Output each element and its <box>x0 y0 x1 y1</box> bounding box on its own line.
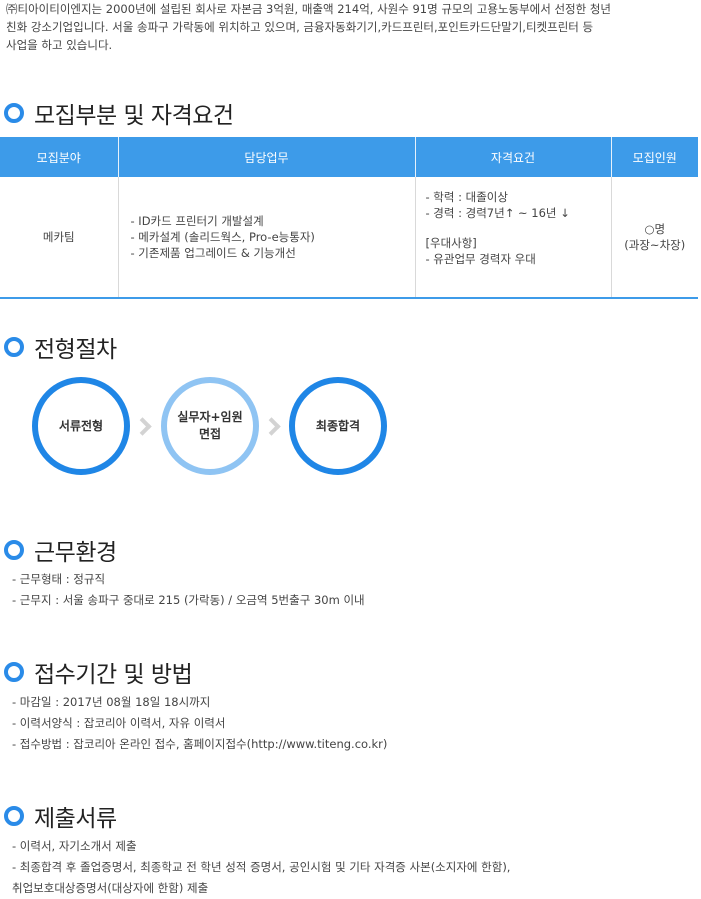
work-location: - 근무지 : 서울 송파구 중대로 215 (가락동) / 오금역 5번출구 … <box>12 593 365 607</box>
circle-bullet-icon <box>4 103 24 123</box>
section-title-text: 전형절차 <box>34 337 117 363</box>
requirement-spacer <box>426 221 611 235</box>
document-item: 취업보호대상증명서(대상자에 한함) 제출 <box>12 881 209 895</box>
header-headcount: 모집인원 <box>610 137 698 177</box>
cell-field: 메카팀 <box>42 230 75 244</box>
apply-method: - 접수방법 : 잡코리아 온라인 접수, 홈페이지접수(http://www.… <box>12 737 388 751</box>
section-title-text: 근무환경 <box>34 540 117 566</box>
duty-item: - 기존제품 업그레이드 & 기능개선 <box>130 246 296 260</box>
header-duties: 담당업무 <box>117 137 415 177</box>
cell-duties: - ID카드 프린터기 개발설계 - 메카설계 (솔리드웍스, Pro-e능통자… <box>117 177 415 298</box>
intro-line: 사업을 하고 있습니다. <box>6 38 113 52</box>
intro-line: 친화 강소기업입니다. 서울 송파구 가락동에 위치하고 있으며, 금융자동화기… <box>6 20 594 34</box>
section-title-process: 전형절차 <box>4 330 117 364</box>
resume-form: - 이력서양식 : 잡코리아 이력서, 자유 이력서 <box>12 716 226 730</box>
intro-line: ㈜티아이티이엔지는 2000년에 설립된 회사로 자본금 3억원, 매출액 21… <box>6 2 612 16</box>
circle-bullet-icon <box>4 337 24 357</box>
table-row: 메카팀 - ID카드 프린터기 개발설계 - 메카설계 (솔리드웍스, Pro-… <box>0 177 698 298</box>
header-requirements: 자격요건 <box>414 137 611 177</box>
apply-details: - 마감일 : 2017년 08월 18일 18시까지 - 이력서양식 : 잡코… <box>12 692 387 755</box>
section-title-text: 접수기간 및 방법 <box>34 662 193 688</box>
section-title-text: 모집부분 및 자격요건 <box>34 103 234 129</box>
employment-type: - 근무형태 : 정규직 <box>12 572 106 586</box>
chevron-right-icon <box>133 417 152 436</box>
requirement-item: - 경력 : 경력7년↑ ~ 16년 ↓ <box>425 206 570 220</box>
cell-headcount: ○명 (과장~차장) <box>610 177 698 298</box>
chevron-right-icon <box>262 417 281 436</box>
section-title-recruit: 모집부분 및 자격요건 <box>4 96 234 130</box>
section-title-environment: 근무환경 <box>4 533 117 567</box>
environment-details: - 근무형태 : 정규직 - 근무지 : 서울 송파구 중대로 215 (가락동… <box>12 569 365 611</box>
requirement-item: [우대사항] <box>425 236 477 250</box>
circle-bullet-icon <box>4 806 24 826</box>
step-label: 최종합격 <box>315 418 361 433</box>
requirements-table: 모집분야 담당업무 자격요건 모집인원 메카팀 - ID카드 프린터기 개발설계… <box>0 137 698 299</box>
step-label: 서류전형 <box>58 418 104 433</box>
requirement-item: - 학력 : 대졸이상 <box>425 190 508 204</box>
process-step-final-acceptance: 최종합격 <box>289 377 387 475</box>
circle-bullet-icon <box>4 662 24 682</box>
document-item: - 이력서, 자기소개서 제출 <box>12 839 137 853</box>
process-step-document-screening: 서류전형 <box>32 377 130 475</box>
process-step-interview: 실무자+임원 면접 <box>161 377 259 475</box>
section-title-apply: 접수기간 및 방법 <box>4 655 193 689</box>
circle-bullet-icon <box>4 540 24 560</box>
requirement-item: - 유관업무 경력자 우대 <box>425 252 536 266</box>
header-field: 모집분야 <box>0 137 118 177</box>
cell-requirements: - 학력 : 대졸이상 - 경력 : 경력7년↑ ~ 16년 ↓ [우대사항] … <box>414 177 611 298</box>
step-label: 면접 <box>198 427 222 441</box>
table-header-row: 모집분야 담당업무 자격요건 모집인원 <box>0 137 698 177</box>
section-title-text: 제출서류 <box>34 806 117 832</box>
duty-item: - 메카설계 (솔리드웍스, Pro-e능통자) <box>130 230 315 244</box>
documents-details: - 이력서, 자기소개서 제출 - 최종합격 후 졸업증명서, 최종학교 전 학… <box>12 836 510 899</box>
document-item: - 최종합격 후 졸업증명서, 최종학교 전 학년 성적 증명서, 공인시험 및… <box>12 860 511 874</box>
headcount-value: ○명 <box>644 222 666 236</box>
deadline: - 마감일 : 2017년 08월 18일 18시까지 <box>12 695 211 709</box>
headcount-rank: (과장~차장) <box>624 238 686 252</box>
duty-item: - ID카드 프린터기 개발설계 <box>130 214 264 228</box>
company-intro: ㈜티아이티이엔지는 2000년에 설립된 회사로 자본금 3억원, 매출액 21… <box>6 0 696 54</box>
step-label: 실무자+임원 <box>177 410 243 424</box>
section-title-documents: 제출서류 <box>4 799 117 833</box>
